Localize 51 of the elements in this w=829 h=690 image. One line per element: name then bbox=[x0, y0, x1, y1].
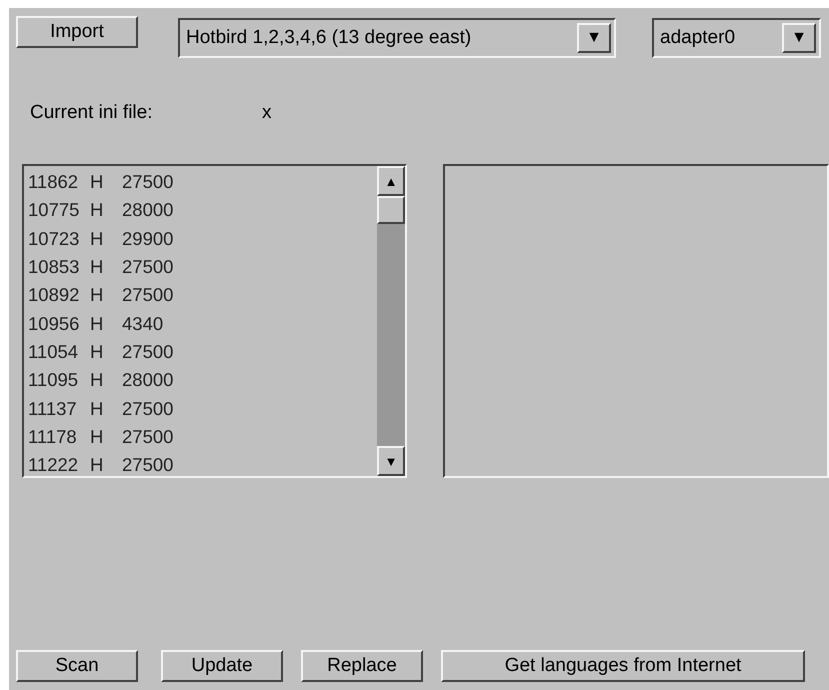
polarization-cell-text: H bbox=[90, 340, 104, 363]
dropdown-button[interactable]: ▼ bbox=[577, 23, 611, 53]
ini-file-label: Current ini file: bbox=[30, 102, 154, 124]
scroll-up-button[interactable]: ▲ bbox=[377, 166, 405, 196]
frequency-cell-text: 11095 bbox=[28, 369, 80, 392]
symbol-rate-cell-text: 4340 bbox=[122, 312, 164, 335]
symbol-rate-cell-text: 27500 bbox=[122, 284, 174, 306]
polarization-cell-text: H bbox=[90, 199, 104, 222]
polarization-cell-text: H bbox=[90, 398, 104, 420]
scrollbar[interactable]: ▲ ▼ bbox=[377, 166, 405, 476]
polarization-cell-text: H bbox=[90, 284, 104, 306]
frequency-cell-text: 10853 bbox=[28, 256, 80, 278]
symbol-rate-cell-text: 27500 bbox=[122, 454, 174, 476]
frequency-cell-text: 11178 bbox=[28, 426, 78, 448]
satellite-select[interactable]: Hotbird 1,2,3,4,6 (13 degree east) ▼ bbox=[178, 18, 616, 58]
action-button[interactable]: Scan bbox=[16, 650, 138, 682]
ini-file-value: x bbox=[262, 102, 272, 124]
polarization-cell-text: H bbox=[90, 256, 104, 278]
symbol-rate-cell-text: 28000 bbox=[122, 199, 174, 222]
symbol-rate-cell-text: 27500 bbox=[122, 171, 174, 194]
action-button[interactable]: Update bbox=[161, 650, 283, 682]
symbol-rate-cell-text: 27500 bbox=[122, 340, 174, 363]
symbol-rate-cell-text: 27500 bbox=[122, 426, 174, 448]
polarization-cell-text: H bbox=[90, 369, 104, 392]
scrollbar-thumb[interactable] bbox=[377, 196, 405, 224]
frequency-cell-text: 10956 bbox=[28, 312, 80, 335]
frequency-cell-text: 10775 bbox=[28, 199, 80, 222]
scroll-down-button[interactable]: ▼ bbox=[377, 446, 405, 476]
frequency-cell-text: 11222 bbox=[28, 454, 80, 476]
symbol-rate-cell-text: 29900 bbox=[122, 228, 174, 250]
frequency-cell-text: 10723 bbox=[28, 228, 80, 250]
frequency-cell-text: 11054 bbox=[28, 340, 80, 363]
frequency-cell-text: 10892 bbox=[28, 284, 80, 306]
frequency-cell-text: 11862 bbox=[28, 171, 80, 194]
polarization-cell-text: H bbox=[90, 426, 104, 448]
symbol-rate-cell-text: 27500 bbox=[122, 398, 174, 420]
polarization-cell-text: H bbox=[90, 312, 104, 335]
satellite-value: Hotbird 1,2,3,4,6 (13 degree east) bbox=[186, 27, 472, 49]
symbol-rate-cell-text: 27500 bbox=[122, 256, 174, 278]
polarization-cell-text: H bbox=[90, 228, 104, 250]
action-button[interactable]: Replace bbox=[301, 650, 423, 682]
dropdown-button[interactable]: ▼ bbox=[782, 23, 816, 53]
polarization-cell-text: H bbox=[90, 454, 104, 476]
action-button[interactable]: Get languages from Internet bbox=[441, 650, 805, 682]
transponder-list[interactable]: 11862 H 27500 10775 H 28000 10723 H 29900 10853 H 27500 10892 H 27500 10956 H 4340 11054 H 27500 11095 H 28000 11137 H 27500 11178 H 27500 11222 H 27500 ▲ ▼ bbox=[22, 164, 407, 478]
adapter-select[interactable]: adapter0 ▼ bbox=[652, 18, 821, 58]
adapter-value: adapter0 bbox=[660, 27, 736, 49]
frequency-cell-text: 11137 bbox=[28, 398, 78, 420]
import-button[interactable]: Import bbox=[16, 16, 138, 48]
polarization-cell-text: H bbox=[90, 171, 104, 194]
symbol-rate-cell-text: 28000 bbox=[122, 369, 174, 392]
